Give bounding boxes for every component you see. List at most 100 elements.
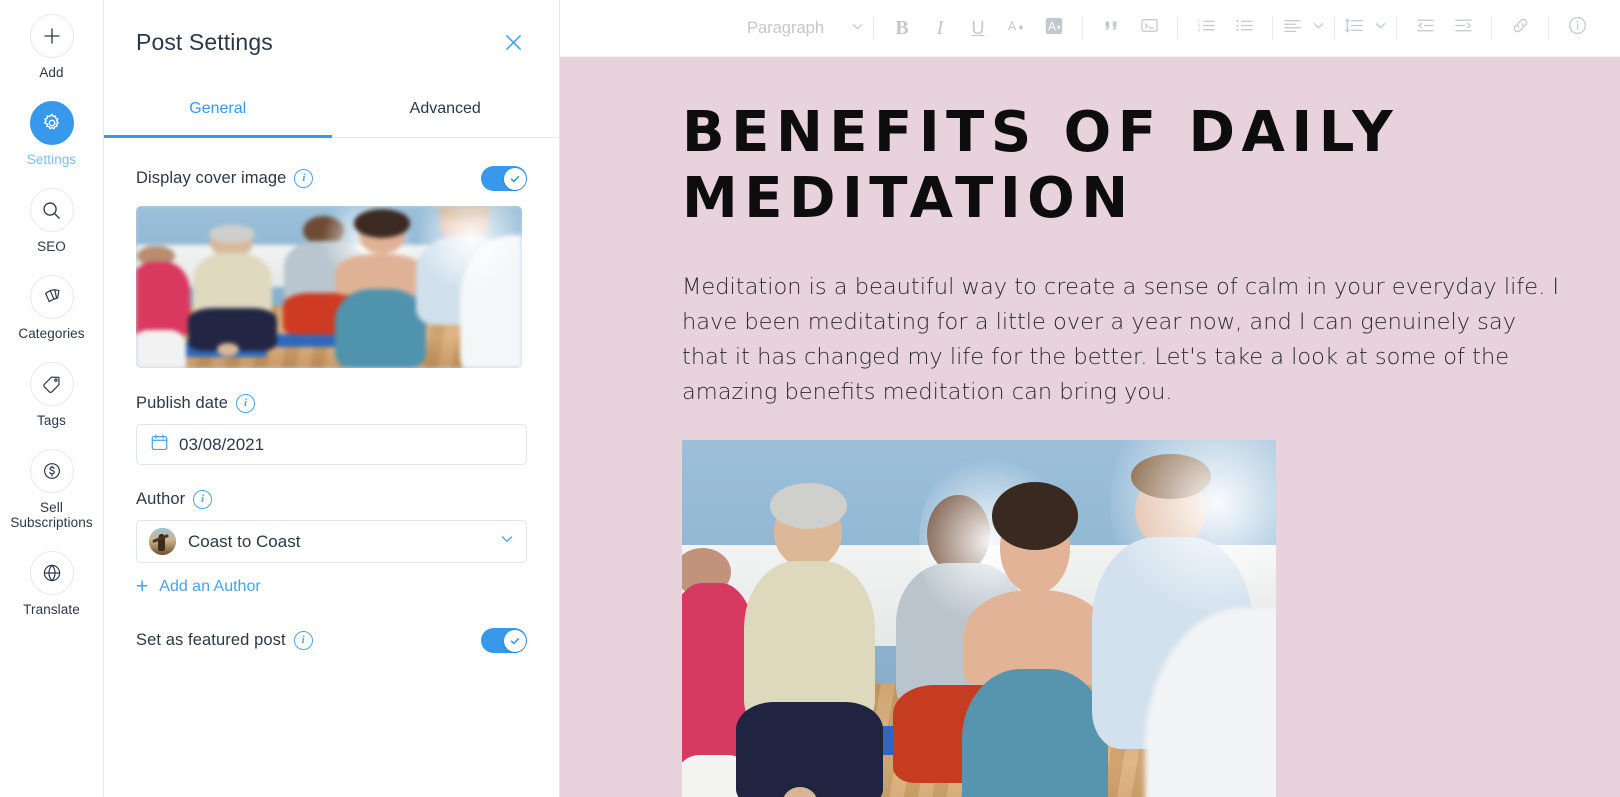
globe-icon (29, 551, 74, 595)
app-root: Add Settings SEO Categories Tags Sell Su… (0, 0, 1620, 797)
publish-date-input[interactable]: 03/08/2021 (136, 424, 527, 465)
add-author-link[interactable]: + Add an Author (136, 576, 527, 597)
chevron-down-icon (1374, 19, 1387, 37)
bold-button[interactable]: B (883, 9, 921, 47)
sidebar-item-translate[interactable]: Translate (0, 551, 104, 617)
line-spacing-icon (1344, 15, 1365, 41)
tag-icon (29, 362, 74, 406)
editor-canvas[interactable]: BENEFITS OF DAILY MEDITATION Meditation … (560, 57, 1620, 797)
document-image-scene (682, 440, 1276, 797)
line-spacing-button[interactable] (1344, 9, 1387, 47)
close-icon[interactable] (499, 28, 527, 56)
blockquote-button[interactable] (1092, 9, 1130, 47)
gear-icon (29, 101, 74, 145)
field-label-text: Publish date (136, 394, 229, 412)
sidebar-item-label: SEO (37, 239, 66, 254)
featured-post-toggle[interactable] (481, 628, 527, 653)
bulleted-list-button[interactable] (1225, 9, 1263, 47)
toolbar-divider (1272, 17, 1273, 39)
avatar (149, 528, 176, 555)
page-title: Post Settings (136, 28, 273, 55)
sidebar-item-categories[interactable]: Categories (0, 275, 104, 341)
document-body: BENEFITS OF DAILY MEDITATION Meditation … (560, 57, 1620, 797)
post-settings-panel: Post Settings General Advanced Display c… (104, 0, 560, 797)
dollar-icon (29, 449, 74, 493)
quote-icon (1101, 16, 1121, 41)
panel-header: Post Settings (104, 0, 559, 84)
italic-icon: I (936, 16, 944, 39)
featured-post-label: Set as featured post i (136, 631, 313, 650)
toolbar-divider (1082, 17, 1083, 39)
bulleted-list-icon (1234, 15, 1255, 41)
sidebar-item-label: Tags (37, 413, 66, 428)
outdent-button[interactable] (1406, 9, 1444, 47)
panel-content: Display cover image i Publish date i 03/… (104, 166, 559, 653)
document-heading[interactable]: BENEFITS OF DAILY MEDITATION (682, 100, 1564, 232)
text-align-button[interactable] (1282, 9, 1325, 47)
publish-date-field: Publish date i 03/08/2021 (136, 394, 527, 465)
svg-text:3: 3 (1197, 27, 1200, 33)
italic-button[interactable]: I (921, 9, 959, 47)
tab-advanced[interactable]: Advanced (332, 84, 560, 137)
sidebar-item-label: Settings (26, 152, 77, 167)
check-icon (503, 629, 526, 652)
author-field: Author i Coast to Coast + Add an Author (136, 490, 527, 597)
sidebar-item-seo[interactable]: SEO (0, 188, 104, 254)
sidebar-item-tags[interactable]: Tags (0, 362, 104, 428)
more-info-button[interactable] (1558, 9, 1596, 47)
info-icon[interactable]: i (236, 394, 256, 413)
text-highlight-icon: A (1044, 16, 1064, 41)
sidebar-item-sell-subscriptions[interactable]: Sell Subscriptions (0, 449, 104, 530)
display-cover-image-row: Display cover image i (136, 166, 527, 191)
tab-general[interactable]: General (104, 84, 332, 138)
ordered-list-icon: 1 2 3 (1196, 15, 1217, 41)
code-icon (1139, 15, 1160, 41)
display-cover-image-label: Display cover image i (136, 169, 314, 188)
publish-date-value: 03/08/2021 (179, 434, 265, 454)
paragraph-style-select[interactable]: Paragraph (743, 19, 864, 38)
info-icon[interactable]: i (294, 169, 314, 188)
text-color-icon: A (1006, 16, 1026, 41)
plus-icon: + (136, 575, 149, 598)
plus-icon (29, 14, 74, 58)
toolbar-divider (1548, 17, 1549, 39)
field-label-text: Display cover image (136, 169, 287, 187)
link-icon (1510, 15, 1531, 41)
field-label-text: Set as featured post (136, 631, 286, 649)
svg-text:A: A (1048, 19, 1056, 33)
underline-button[interactable]: U (959, 9, 997, 47)
author-label: Author i (136, 490, 527, 509)
add-author-label: Add an Author (159, 577, 261, 595)
toolbar-divider (1491, 17, 1492, 39)
field-label-text: Author (136, 490, 186, 508)
text-color-button[interactable]: A (997, 9, 1035, 47)
sidebar-item-label: Sell Subscriptions (10, 500, 93, 530)
toolbar-divider (1334, 17, 1335, 39)
cover-image-thumbnail[interactable] (136, 206, 522, 368)
ordered-list-button[interactable]: 1 2 3 (1187, 9, 1225, 47)
toolbar-divider (1396, 17, 1397, 39)
sidebar-item-settings[interactable]: Settings (0, 101, 104, 167)
info-icon[interactable]: i (193, 490, 213, 509)
tab-label: Advanced (409, 99, 481, 117)
toolbar-divider (873, 17, 874, 39)
text-highlight-button[interactable]: A (1035, 9, 1073, 47)
calendar-icon (150, 433, 169, 457)
author-value: Coast to Coast (188, 531, 301, 551)
sidebar-item-label: Add (39, 65, 64, 80)
code-block-button[interactable] (1130, 9, 1168, 47)
display-cover-image-toggle[interactable] (481, 166, 527, 191)
featured-post-row: Set as featured post i (136, 628, 527, 653)
align-left-icon (1282, 15, 1303, 41)
chevron-down-icon (500, 532, 514, 551)
indent-button[interactable] (1444, 9, 1482, 47)
document-image[interactable] (682, 440, 1276, 797)
author-select[interactable]: Coast to Coast (136, 520, 527, 563)
info-icon[interactable]: i (293, 631, 313, 650)
insert-link-button[interactable] (1501, 9, 1539, 47)
info-icon (1567, 15, 1588, 41)
outdent-icon (1415, 15, 1436, 41)
document-paragraph[interactable]: Meditation is a beautiful way to create … (682, 270, 1562, 410)
check-icon (503, 167, 526, 190)
sidebar-item-add[interactable]: Add (0, 14, 104, 80)
